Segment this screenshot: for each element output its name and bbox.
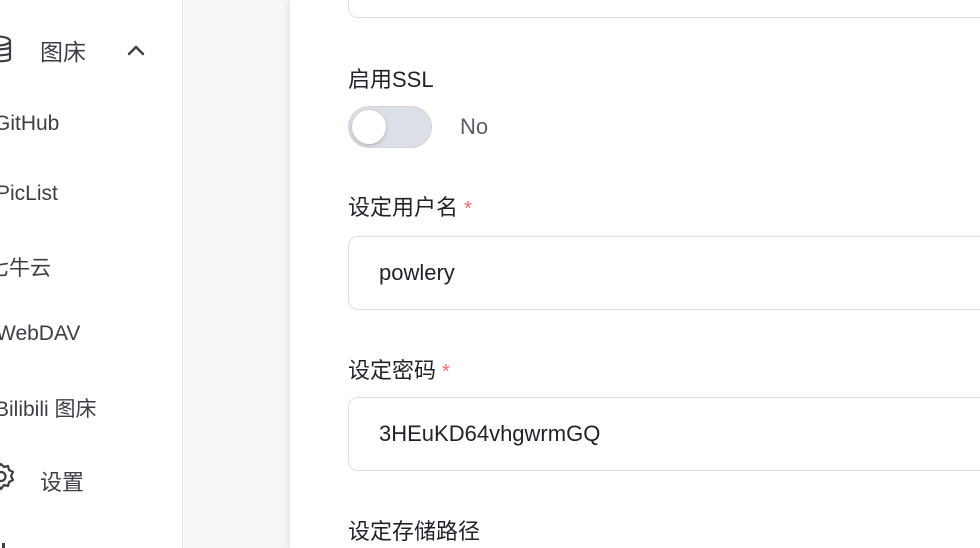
layout-gutter: [184, 0, 290, 548]
ssl-toggle-knob: [352, 110, 386, 144]
sidebar-group-label: 图床: [40, 39, 86, 65]
password-value: 3HEuKD64vhgwrmGQ: [379, 421, 601, 446]
username-label-text: 设定用户名: [348, 195, 459, 220]
sidebar-item-github[interactable]: GitHub: [0, 112, 182, 142]
gear-icon: [0, 462, 15, 491]
sidebar-item-label: 七牛云: [0, 257, 51, 280]
sidebar-settings-label: 设置: [40, 470, 85, 495]
previous-field-input[interactable]: [348, 0, 980, 18]
ssl-label: 启用SSL: [348, 67, 434, 92]
sidebar-item-label: GitHub: [0, 112, 60, 135]
storage-path-label: 设定存储路径: [348, 519, 481, 544]
password-label-text: 设定密码: [348, 358, 437, 383]
database-icon: [0, 35, 12, 63]
chevron-up-icon[interactable]: [126, 40, 146, 60]
sidebar-group-image-hosting[interactable]: 图床: [0, 30, 182, 70]
sidebar-item-label: PicList: [0, 182, 58, 205]
username-input[interactable]: powlery: [348, 236, 980, 310]
ssl-toggle-value: No: [460, 114, 489, 139]
sidebar-item-qiniu[interactable]: 七牛云: [0, 252, 182, 282]
sidebar: 图床 GitHub PicList 七牛云 WebDAV Bilibili 图床…: [0, 0, 183, 548]
settings-form-panel: 启用SSL No 设定用户名 * powlery 设定密码 * 3HEuKD64vh…: [290, 0, 980, 548]
required-mark: *: [442, 361, 450, 383]
password-input[interactable]: 3HEuKD64vhgwrmGQ: [348, 397, 980, 471]
username-value: powlery: [379, 260, 455, 285]
sidebar-item-settings[interactable]: 设置: [0, 458, 182, 498]
sidebar-item-piclist[interactable]: PicList: [0, 182, 182, 212]
required-mark: *: [464, 198, 472, 220]
sidebar-next-icon: [0, 538, 8, 548]
ssl-toggle[interactable]: [348, 106, 432, 148]
sidebar-item-label: Bilibili 图床: [0, 398, 97, 421]
username-label: 设定用户名 *: [348, 190, 472, 222]
password-label: 设定密码 *: [348, 353, 450, 385]
sidebar-item-webdav[interactable]: WebDAV: [0, 322, 182, 352]
sidebar-item-label: WebDAV: [0, 322, 81, 345]
sidebar-item-bilibili[interactable]: Bilibili 图床: [0, 393, 182, 423]
